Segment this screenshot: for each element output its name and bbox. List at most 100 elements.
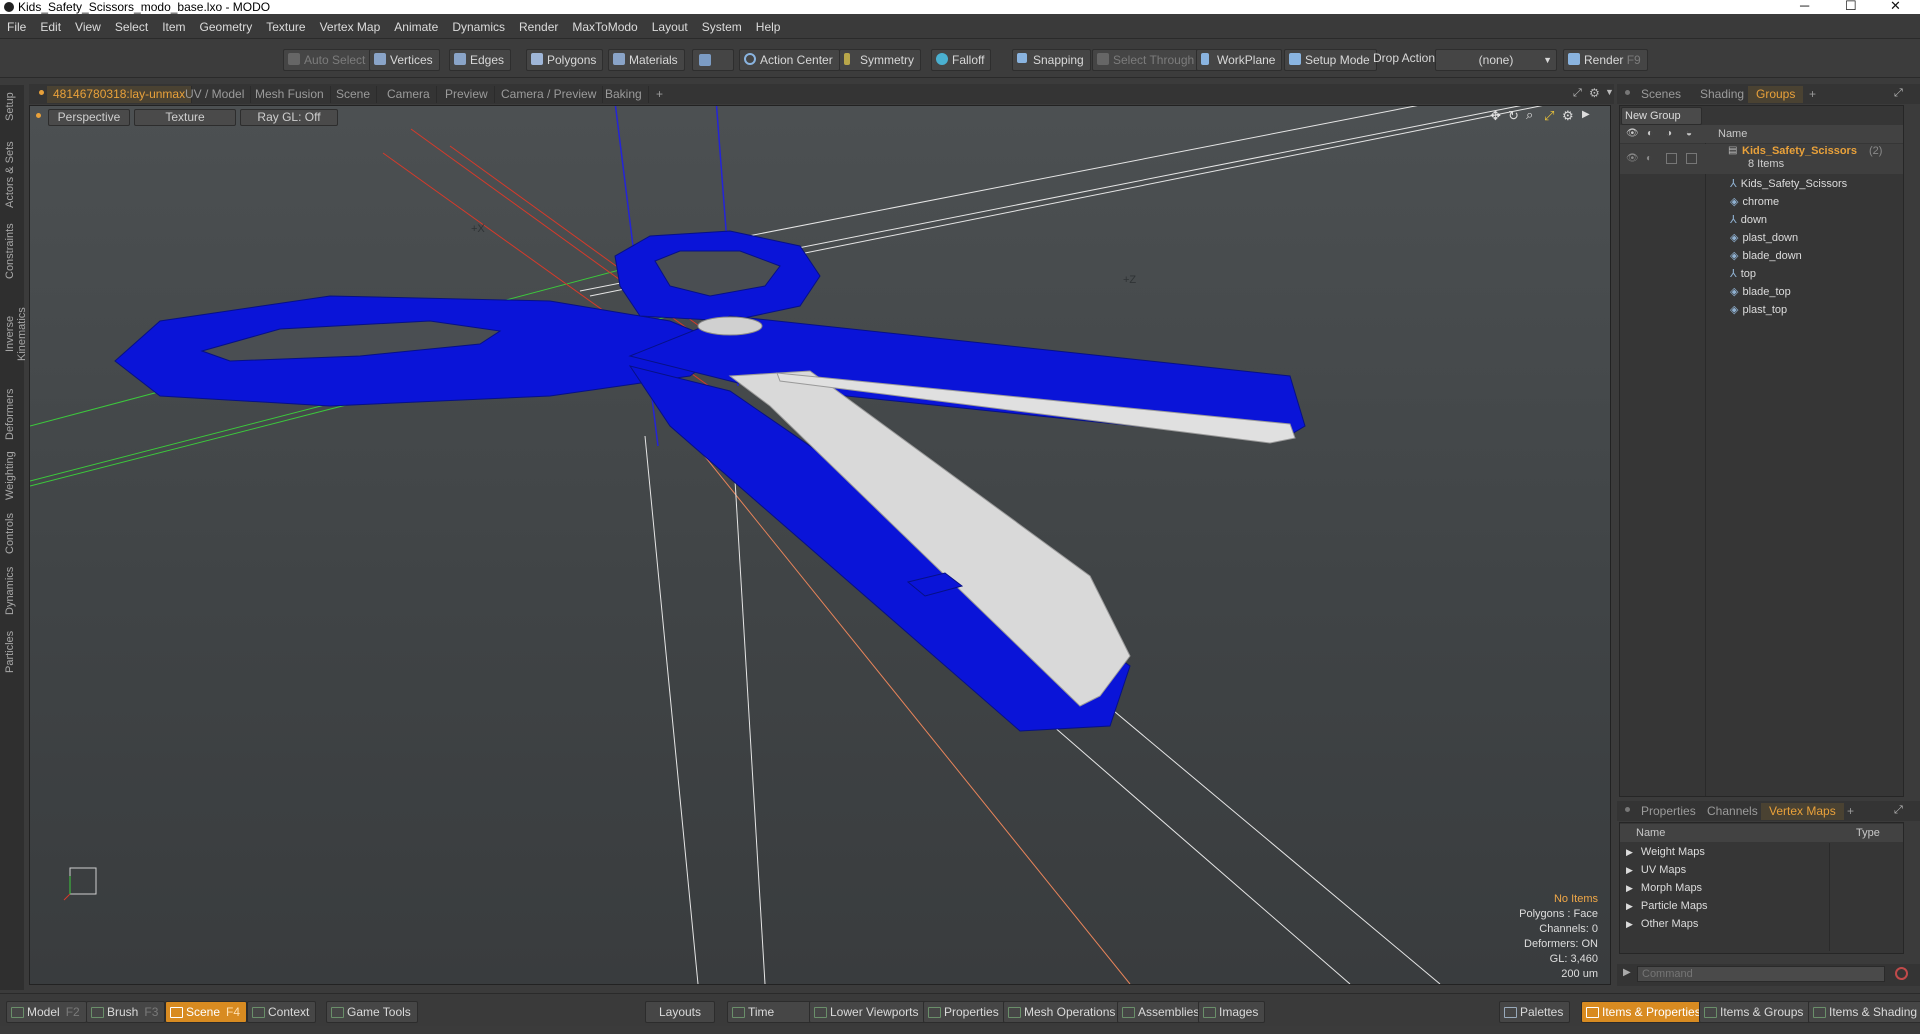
menu-texture[interactable]: Texture (259, 17, 312, 38)
menu-dynamics[interactable]: Dynamics (445, 17, 512, 38)
images-button[interactable]: Images (1198, 1001, 1266, 1023)
items-shading-button[interactable]: Items & Shading (1808, 1001, 1920, 1023)
menu-select[interactable]: Select (108, 17, 155, 38)
add-tab-button[interactable]: + (650, 86, 669, 103)
expand-arrow-icon[interactable]: ▶ (1626, 901, 1633, 911)
brush-layout-button[interactable]: Brush F3 (86, 1001, 166, 1023)
maximize-viewport-icon[interactable]: ⤢ (1573, 87, 1582, 100)
tab-shading[interactable]: Shading (1692, 86, 1752, 103)
game-tools-layout-button[interactable]: Game Tools (326, 1001, 418, 1023)
strip-tab-setup[interactable]: Setup (4, 89, 20, 125)
scissors-model[interactable] (114, 230, 1306, 732)
strip-tab-constraints[interactable]: Constraints (4, 220, 20, 282)
menu-item[interactable]: Item (155, 17, 192, 38)
strip-tab-particles[interactable]: Particles (4, 625, 20, 679)
menu-system[interactable]: System (695, 17, 749, 38)
list-item[interactable]: ◈ plast_down (1730, 229, 1798, 247)
menu-maxtomodo[interactable]: MaxToModo (565, 17, 644, 38)
expand-arrow-icon[interactable]: ▶ (1626, 865, 1633, 875)
group-row[interactable]: 👁 ◐ ▤ Kids_Safety_Scissors (2) 8 Items (1620, 144, 1903, 174)
maximize-button[interactable]: ☐ (1845, 0, 1857, 13)
tab-uv-model[interactable]: UV / Model (179, 86, 252, 103)
items-groups-button[interactable]: Items & Groups (1699, 1001, 1811, 1023)
edges-button[interactable]: Edges (449, 49, 512, 71)
gear-icon[interactable]: ⚙ (1589, 86, 1600, 100)
list-item[interactable]: ⅄ Kids_Safety_Scissors (1730, 175, 1847, 193)
snapping-button[interactable]: Snapping (1012, 49, 1091, 71)
3d-viewport[interactable]: Perspective Texture Ray GL: Off ✥ ↻ ⌕ ⤢ … (29, 105, 1611, 985)
materials-button[interactable]: Materials (608, 49, 685, 71)
workplane-button[interactable]: WorkPlane (1196, 49, 1283, 71)
auto-select-button[interactable]: Auto Select (283, 49, 373, 71)
drop-action-select[interactable]: (none) ▼ (1435, 49, 1557, 71)
list-item[interactable]: ◈ blade_top (1730, 283, 1791, 301)
model-layout-button[interactable]: Model F2 (6, 1001, 87, 1023)
menu-file[interactable]: File (0, 17, 33, 38)
tab-layout[interactable]: 48146780318:lay-unmax (47, 86, 193, 103)
expand-arrow-icon[interactable]: ▶ (1626, 919, 1633, 929)
items-properties-button[interactable]: Items & Properties (1581, 1001, 1708, 1023)
menu-layout[interactable]: Layout (645, 17, 695, 38)
strip-tab-dynamics[interactable]: Dynamics (4, 563, 20, 619)
list-item[interactable]: ◈ blade_down (1730, 247, 1802, 265)
add-tab-button[interactable]: + (1839, 803, 1862, 820)
context-layout-button[interactable]: Context (247, 1001, 317, 1023)
add-tab-button[interactable]: + (1801, 86, 1824, 103)
mesh-operations-button[interactable]: Mesh Operations (1003, 1001, 1123, 1023)
minimize-button[interactable]: ─ (1800, 0, 1809, 13)
tab-scenes[interactable]: Scenes (1633, 86, 1689, 103)
vmap-row-particle[interactable]: ▶ Particle Maps (1626, 897, 1708, 915)
lock-icon[interactable]: ◐ (1647, 125, 1653, 143)
menu-edit[interactable]: Edit (33, 17, 68, 38)
list-item[interactable]: ◈ plast_top (1730, 301, 1787, 319)
tab-baking[interactable]: Baking (599, 86, 649, 103)
falloff-button[interactable]: Falloff (931, 49, 992, 71)
component-mode-button[interactable] (692, 49, 734, 71)
command-input[interactable] (1637, 966, 1885, 982)
scene-layout-button[interactable]: Scene F4 (165, 1001, 248, 1023)
assemblies-button[interactable]: Assemblies (1117, 1001, 1207, 1023)
symmetry-button[interactable]: Symmetry (839, 49, 921, 71)
expand-arrow-icon[interactable]: ▶ (1626, 883, 1633, 893)
strip-tab-actors[interactable]: Actors & Sets (4, 135, 20, 215)
menu-geometry[interactable]: Geometry (193, 17, 260, 38)
eye-icon[interactable]: 👁 (1626, 125, 1639, 143)
chevron-down-icon[interactable]: ▼ (1605, 87, 1614, 97)
vmap-row-other[interactable]: ▶ Other Maps (1626, 915, 1698, 933)
strip-tab-deformers[interactable]: Deformers (4, 385, 20, 443)
select-toggle-icon[interactable] (1666, 153, 1677, 164)
record-icon[interactable] (1895, 967, 1908, 980)
palettes-button[interactable]: Palettes (1499, 1001, 1571, 1023)
menu-help[interactable]: Help (749, 17, 788, 38)
list-item[interactable]: ◈ chrome (1730, 193, 1779, 211)
maximize-panel-icon[interactable]: ⤢ (1894, 804, 1903, 817)
vertices-button[interactable]: Vertices (369, 49, 440, 71)
tab-camera[interactable]: Camera (381, 86, 437, 103)
tab-preview[interactable]: Preview (439, 86, 495, 103)
maximize-panel-icon[interactable]: ⤢ (1894, 87, 1903, 100)
render-toggle-icon[interactable] (1686, 153, 1697, 164)
vmap-row-morph[interactable]: ▶ Morph Maps (1626, 879, 1702, 897)
properties-button[interactable]: Properties (923, 1001, 1006, 1023)
vmap-row-weight[interactable]: ▶ Weight Maps (1626, 843, 1705, 861)
list-item[interactable]: ⅄ down (1730, 211, 1767, 229)
tab-properties[interactable]: Properties (1633, 803, 1704, 820)
select-icon[interactable]: ◑ (1666, 125, 1672, 143)
expand-arrow-icon[interactable]: ▶ (1626, 847, 1633, 857)
strip-tab-controls[interactable]: Controls (4, 509, 20, 559)
strip-tab-weighting[interactable]: Weighting (4, 447, 20, 505)
time-button[interactable]: Time (727, 1001, 815, 1023)
menu-vertex-map[interactable]: Vertex Map (313, 17, 388, 38)
strip-tab-ik[interactable]: Inverse Kinematics (4, 288, 28, 380)
list-item[interactable]: ⅄ top (1730, 265, 1756, 283)
tab-vertex-maps[interactable]: Vertex Maps (1761, 803, 1844, 820)
polygons-button[interactable]: Polygons (526, 49, 604, 71)
tab-mesh-fusion[interactable]: Mesh Fusion (249, 86, 331, 103)
lower-viewports-button[interactable]: Lower Viewports (809, 1001, 926, 1023)
select-through-button[interactable]: Select Through (1092, 49, 1202, 71)
tab-camera-preview[interactable]: Camera / Preview (495, 86, 604, 103)
eye-icon[interactable]: 👁 (1626, 150, 1639, 168)
render-toggle-icon[interactable]: ◒ (1686, 125, 1692, 143)
lock-icon[interactable]: ◐ (1646, 150, 1652, 168)
new-group-button[interactable]: New Group (1621, 107, 1702, 125)
